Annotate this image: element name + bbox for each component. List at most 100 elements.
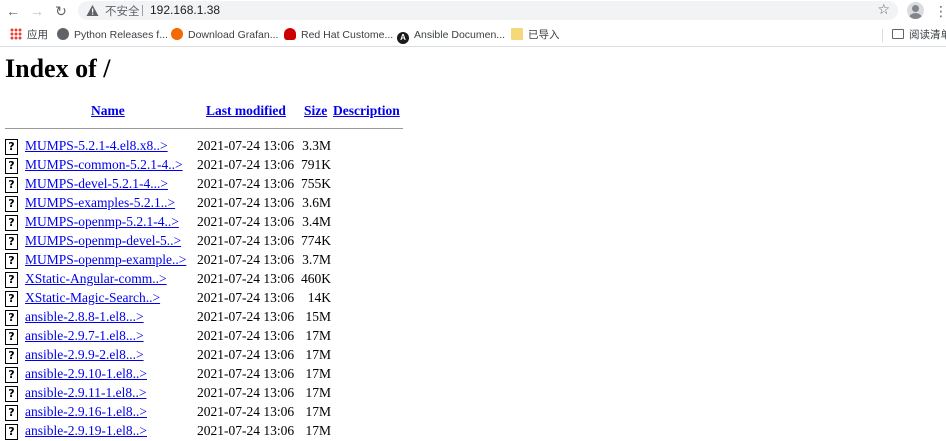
file-modified: 2021-07-24 13:06 [197, 328, 295, 343]
unknown-file-icon: ? [5, 348, 18, 364]
file-link[interactable]: ansible-2.9.16-1.el8..> [25, 404, 147, 420]
unknown-file-icon: ? [5, 158, 18, 174]
ansible-icon: A [397, 32, 409, 44]
unknown-file-icon: ? [5, 367, 18, 383]
header-rule [5, 128, 403, 129]
file-modified: 2021-07-24 13:06 [197, 233, 295, 248]
file-link[interactable]: MUMPS-openmp-example..> [25, 252, 186, 268]
file-modified: 2021-07-24 13:06 [197, 214, 295, 229]
forward-arrow-icon[interactable]: → [28, 2, 46, 20]
page-title: Index of / [5, 54, 111, 83]
table-row: ? ansible-2.9.16-1.el8..> 2021-07-24 13:… [5, 403, 425, 422]
file-link[interactable]: ansible-2.8.8-1.el8...> [25, 309, 144, 325]
table-row: ? MUMPS-openmp-example..> 2021-07-24 13:… [5, 251, 425, 270]
folder-icon [511, 28, 523, 40]
file-modified: 2021-07-24 13:06 [197, 157, 295, 172]
file-modified: 2021-07-24 13:06 [197, 309, 295, 324]
file-size: 17M [305, 423, 331, 438]
reading-list-icon [892, 29, 904, 39]
table-row: ? MUMPS-5.2.1-4.el8.x8..> 2021-07-24 13:… [5, 137, 425, 156]
file-modified: 2021-07-24 13:06 [197, 252, 295, 267]
bookmark-label: 应用 [27, 29, 48, 41]
table-row: ? MUMPS-openmp-5.2.1-4..> 2021-07-24 13:… [5, 213, 425, 232]
file-modified: 2021-07-24 13:06 [197, 385, 295, 400]
table-row: ? ansible-2.9.9-2.el8...> 2021-07-24 13:… [5, 346, 425, 365]
file-modified: 2021-07-24 13:06 [197, 176, 295, 191]
profile-avatar[interactable] [907, 2, 924, 19]
file-link[interactable]: MUMPS-5.2.1-4.el8.x8..> [25, 138, 168, 154]
file-link[interactable]: MUMPS-common-5.2.1-4..> [25, 157, 183, 173]
unknown-file-icon: ? [5, 272, 18, 288]
address-bar[interactable]: 不安全 192.168.1.38 ☆ [78, 1, 898, 20]
python-icon [57, 28, 69, 40]
column-header-last-modified: Last modified [206, 103, 286, 121]
file-modified: 2021-07-24 13:06 [197, 366, 295, 381]
unknown-file-icon: ? [5, 234, 18, 250]
table-row: ? ansible-2.9.10-1.el8..> 2021-07-24 13:… [5, 365, 425, 384]
file-size: 17M [305, 328, 331, 343]
reading-list-button[interactable]: 阅读清单 [892, 27, 946, 43]
file-size: 3.7M [302, 252, 331, 267]
bookmark-apps[interactable]: 应用 [10, 27, 48, 43]
file-link[interactable]: ansible-2.9.9-2.el8...> [25, 347, 144, 363]
bookmark-grafana[interactable]: Download Grafan... [171, 27, 278, 43]
file-link[interactable]: MUMPS-openmp-5.2.1-4..> [25, 214, 179, 230]
file-link[interactable]: XStatic-Magic-Search..> [25, 290, 160, 306]
bookmark-label: Ansible Documen... [414, 29, 506, 41]
file-link[interactable]: MUMPS-openmp-devel-5..> [25, 233, 181, 249]
sort-by-modified-link[interactable]: Last modified [206, 103, 286, 118]
file-modified: 2021-07-24 13:06 [197, 138, 295, 153]
file-link[interactable]: ansible-2.9.19-1.el8..> [25, 423, 147, 439]
security-label[interactable]: 不安全 [105, 3, 140, 19]
url-text[interactable]: 192.168.1.38 [150, 3, 220, 17]
file-size: 3.3M [302, 138, 331, 153]
file-modified: 2021-07-24 13:06 [197, 423, 295, 438]
table-row: ? MUMPS-common-5.2.1-4..> 2021-07-24 13:… [5, 156, 425, 175]
table-row: ? XStatic-Angular-comm..> 2021-07-24 13:… [5, 270, 425, 289]
reading-list-label: 阅读清单 [909, 29, 946, 41]
reload-icon[interactable]: ↻ [52, 2, 70, 20]
file-size: 17M [305, 404, 331, 419]
unknown-file-icon: ? [5, 215, 18, 231]
file-link[interactable]: ansible-2.9.11-1.el8..> [25, 385, 146, 401]
file-link[interactable]: ansible-2.9.10-1.el8..> [25, 366, 147, 382]
redhat-icon [284, 28, 296, 40]
bookmark-python[interactable]: Python Releases f... [57, 27, 168, 43]
bookmark-folder-imported[interactable]: 已导入 [511, 27, 560, 43]
file-link[interactable]: MUMPS-examples-5.2.1..> [25, 195, 175, 211]
file-modified: 2021-07-24 13:06 [197, 404, 295, 419]
file-modified: 2021-07-24 13:06 [197, 290, 295, 305]
column-header-description: Description [333, 103, 400, 121]
unknown-file-icon: ? [5, 139, 18, 155]
grafana-icon [171, 28, 183, 40]
file-size: 755K [301, 176, 331, 191]
unknown-file-icon: ? [5, 177, 18, 193]
back-arrow-icon[interactable]: ← [4, 2, 22, 20]
avatar-body-shape [909, 13, 922, 19]
bookmark-redhat[interactable]: Red Hat Custome... [284, 27, 393, 43]
file-size: 774K [301, 233, 331, 248]
browser-toolbar: ← → ↻ 不安全 192.168.1.38 ☆ ⋮ [0, 0, 946, 22]
file-size: 3.6M [302, 195, 331, 210]
column-header-size: Size [304, 103, 327, 121]
unknown-file-icon: ? [5, 196, 18, 212]
file-link[interactable]: ansible-2.9.7-1.el8...> [25, 328, 144, 344]
file-size: 791K [301, 157, 331, 172]
sort-by-size-link[interactable]: Size [304, 103, 327, 118]
bookmark-ansible[interactable]: A Ansible Documen... [397, 27, 506, 44]
warning-triangle-icon[interactable] [86, 4, 99, 17]
file-modified: 2021-07-24 13:06 [197, 347, 295, 362]
column-header-name: Name [91, 103, 125, 121]
file-link[interactable]: MUMPS-devel-5.2.1-4...> [25, 176, 168, 192]
kebab-menu-icon[interactable]: ⋮ [934, 2, 946, 20]
unknown-file-icon: ? [5, 291, 18, 307]
bookmark-label: 已导入 [528, 29, 560, 41]
bookmark-label: Download Grafan... [188, 29, 279, 41]
apps-icon [10, 28, 22, 40]
file-link[interactable]: XStatic-Angular-comm..> [25, 271, 167, 287]
file-size: 17M [305, 347, 331, 362]
bookmark-star-icon[interactable]: ☆ [877, 1, 890, 18]
file-modified: 2021-07-24 13:06 [197, 195, 295, 210]
sort-by-description-link[interactable]: Description [333, 103, 400, 118]
sort-by-name-link[interactable]: Name [91, 103, 125, 118]
